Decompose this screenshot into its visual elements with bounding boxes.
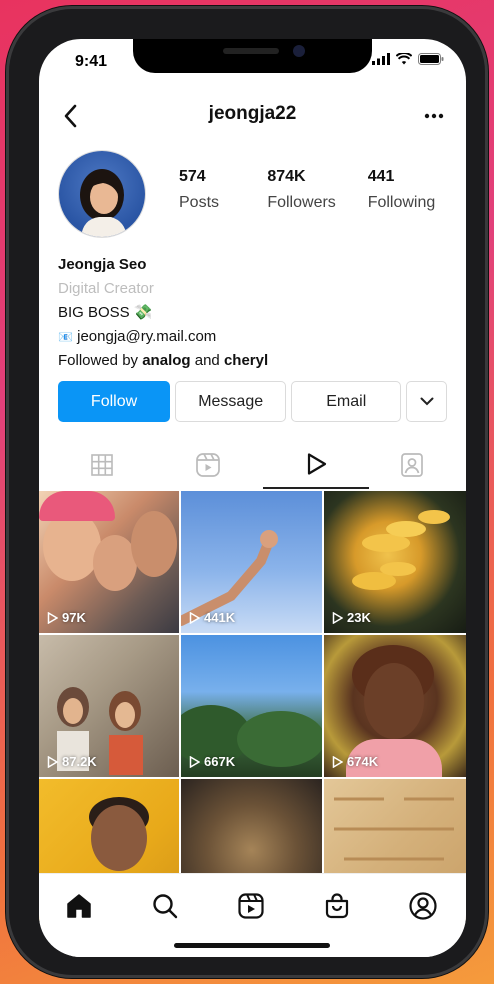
view-count: 87.2K [47, 754, 97, 769]
grid-item[interactable]: 97K [39, 491, 179, 633]
view-count-text: 87.2K [62, 754, 97, 769]
nav-shop[interactable] [319, 888, 355, 924]
bottom-navigation [39, 873, 466, 957]
play-icon [47, 611, 58, 624]
followed-by-user: analog [142, 352, 191, 369]
stat-value: 441 [367, 168, 395, 185]
follow-button[interactable]: Follow [58, 381, 171, 422]
view-count-text: 97K [62, 610, 86, 625]
stat-value: 874K [267, 168, 306, 185]
tab-videos[interactable] [263, 441, 369, 489]
play-icon [189, 755, 200, 768]
status-time: 9:41 [75, 53, 108, 70]
play-icon [332, 755, 343, 768]
bio-email[interactable]: jeongja@ry.mail.com [77, 328, 216, 345]
view-count: 667K [189, 754, 235, 769]
notch [133, 39, 372, 73]
email-button[interactable]: Email [291, 381, 402, 422]
phone-frame: 9:41 jeongja22 574 Posts 874K Followers … [6, 6, 488, 978]
followed-by-prefix: Followed by [58, 352, 139, 369]
view-count-text: 23K [347, 610, 371, 625]
profile-bio: Jeongja Seo Digital Creator BIG BOSS 💸 📧… [58, 253, 452, 373]
wifi-icon [396, 53, 412, 65]
shop-icon [325, 893, 349, 919]
followed-by-user: cheryl [223, 352, 269, 369]
followed-by-and: and [194, 352, 220, 369]
reels-icon [238, 893, 264, 919]
grid-icon [91, 454, 113, 476]
profile-name: Jeongja Seo [58, 256, 147, 273]
bio-email-line: 📧 jeongja@ry.mail.com [58, 325, 452, 349]
grid-item[interactable]: 23K [324, 491, 466, 633]
stat-followers[interactable]: 874K Followers [267, 168, 362, 212]
more-options-icon[interactable] [424, 113, 444, 119]
stat-label: Following [367, 194, 436, 211]
stat-posts[interactable]: 574 Posts [179, 168, 262, 212]
signal-icon [372, 53, 390, 65]
profile-username: jeongja22 [208, 103, 297, 124]
view-count-text: 674K [347, 754, 379, 769]
nav-search[interactable] [147, 888, 183, 924]
tab-tagged[interactable] [359, 441, 465, 489]
money-emoji: 💸 [133, 304, 153, 321]
suggested-dropdown-button[interactable] [406, 381, 447, 422]
nav-home[interactable] [61, 888, 97, 924]
tab-reels[interactable] [155, 441, 261, 489]
stat-value: 574 [179, 168, 206, 185]
view-count-text: 667K [204, 754, 236, 769]
followed-by[interactable]: Followed by analog and cheryl [58, 349, 452, 373]
stat-label: Posts [179, 194, 220, 211]
envelope-emoji: 📧 [58, 330, 73, 344]
grid-item[interactable]: 87.2K [39, 635, 179, 777]
chevron-down-icon [420, 397, 434, 406]
tagged-icon [401, 453, 423, 477]
play-icon [47, 755, 58, 768]
profile-header: jeongja22 [39, 97, 466, 137]
view-count: 23K [332, 610, 371, 625]
bio-line: BIG BOSS 💸 [58, 301, 452, 325]
profile-category: Digital Creator [58, 280, 154, 297]
video-grid: 97K 441K 23K 87.2K 667K 674K [39, 491, 466, 921]
nav-reels[interactable] [233, 888, 269, 924]
message-button[interactable]: Message [175, 381, 287, 422]
view-count-text: 441K [204, 610, 236, 625]
stat-label: Followers [267, 194, 336, 211]
play-icon [332, 611, 343, 624]
avatar-photo [80, 169, 127, 237]
view-count: 674K [332, 754, 378, 769]
nav-profile[interactable] [405, 888, 441, 924]
profile-actions: Follow Message Email [58, 381, 447, 422]
stat-following[interactable]: 441 Following [368, 168, 451, 212]
bio-text: BIG BOSS [58, 304, 130, 321]
profile-stats: 574 Posts 874K Followers 441 Following [179, 168, 456, 212]
home-icon [67, 894, 91, 918]
tab-grid[interactable] [49, 441, 155, 489]
play-icon [189, 611, 200, 624]
grid-item[interactable]: 441K [181, 491, 322, 633]
grid-item[interactable]: 667K [181, 635, 322, 777]
screen: 9:41 jeongja22 574 Posts 874K Followers … [39, 39, 466, 957]
profile-icon [409, 892, 437, 920]
view-count: 441K [189, 610, 235, 625]
battery-icon [418, 53, 444, 65]
profile-tabs [39, 441, 466, 489]
search-icon [153, 894, 178, 919]
grid-item[interactable]: 674K [324, 635, 466, 777]
home-indicator[interactable] [174, 943, 330, 948]
reels-icon [196, 453, 220, 477]
view-count: 97K [47, 610, 86, 625]
play-icon [307, 453, 327, 475]
avatar[interactable] [59, 151, 145, 237]
